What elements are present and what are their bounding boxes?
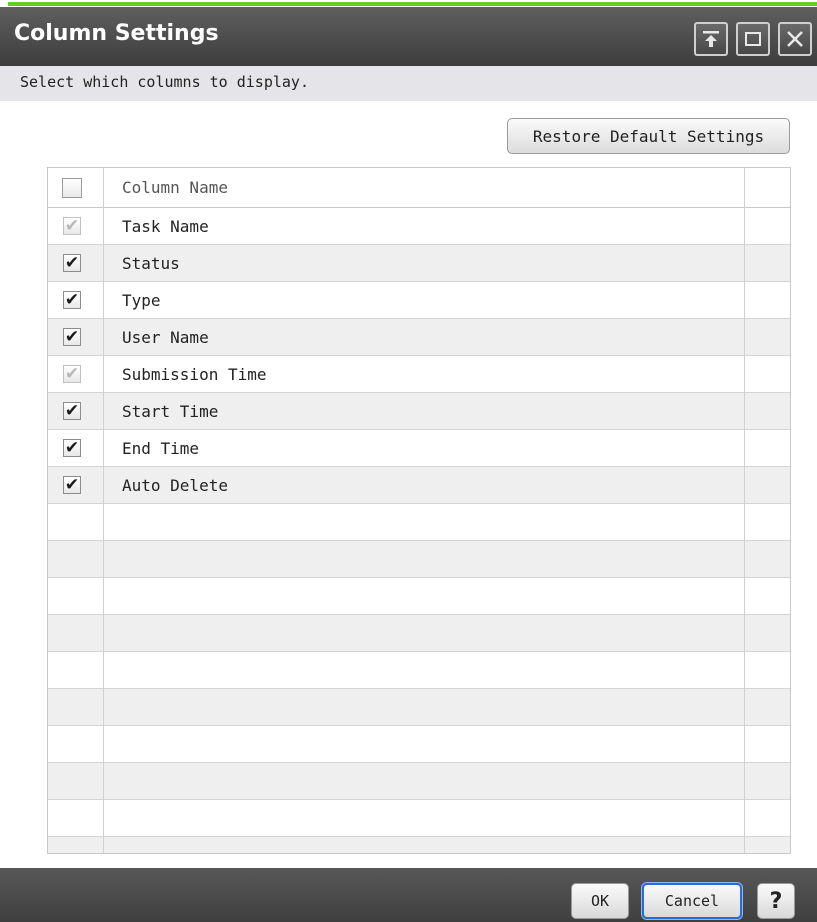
column-name-header: Column Name: [122, 178, 228, 197]
row-check-cell: ✔: [59, 282, 85, 318]
column-visibility-checkbox[interactable]: ✔: [63, 291, 81, 309]
empty-table-row: [48, 652, 790, 689]
column-visibility-checkbox[interactable]: ✔: [63, 254, 81, 272]
accent-bar: [0, 0, 817, 7]
pin-to-top-icon[interactable]: [694, 22, 728, 56]
column-visibility-checkbox[interactable]: ✔: [63, 402, 81, 420]
column-visibility-checkbox: ✔: [63, 217, 81, 235]
column-name-cell: Start Time: [122, 401, 219, 421]
checkmark-icon: ✔: [64, 326, 80, 347]
empty-table-row: [48, 837, 790, 853]
table-row[interactable]: ✔ Status: [48, 245, 790, 282]
column-divider: [103, 168, 104, 853]
instruction-bar: Select which columns to display.: [0, 66, 817, 101]
table-row[interactable]: ✔ User Name: [48, 319, 790, 356]
row-check-cell: ✔: [59, 208, 85, 244]
table-row[interactable]: ✔ Submission Time: [48, 356, 790, 393]
column-divider: [744, 168, 745, 853]
column-visibility-checkbox[interactable]: ✔: [63, 328, 81, 346]
maximize-icon[interactable]: [736, 22, 770, 56]
maximize-glyph: [745, 32, 761, 46]
empty-table-row: [48, 689, 790, 726]
checkmark-icon: ✔: [64, 437, 80, 458]
column-name-cell: Type: [122, 290, 161, 310]
empty-table-row: [48, 615, 790, 652]
pin-to-top-glyph: [703, 31, 719, 47]
column-name-cell: Auto Delete: [122, 475, 228, 495]
column-name-cell: Task Name: [122, 216, 209, 236]
restore-default-settings-button[interactable]: Restore Default Settings: [507, 118, 790, 154]
column-name-cell: Submission Time: [122, 364, 267, 384]
select-all-checkbox[interactable]: [62, 177, 82, 198]
close-glyph: [787, 31, 803, 47]
empty-table-row: [48, 800, 790, 837]
table-row[interactable]: ✔ End Time: [48, 430, 790, 467]
column-visibility-checkbox: ✔: [63, 365, 81, 383]
checkmark-icon: ✔: [64, 215, 80, 236]
row-check-cell: ✔: [59, 356, 85, 392]
column-settings-table: Column Name ✔ Task Name ✔ Status ✔ Type ✔ User …: [47, 167, 791, 854]
cancel-button[interactable]: Cancel: [642, 883, 742, 919]
row-check-cell: ✔: [59, 393, 85, 429]
empty-table-row: [48, 504, 790, 541]
ok-button[interactable]: OK: [571, 883, 629, 919]
checkmark-icon: ✔: [64, 289, 80, 310]
column-name-cell: Status: [122, 253, 180, 273]
row-check-cell: ✔: [59, 319, 85, 355]
instruction-text: Select which columns to display.: [20, 73, 309, 91]
table-header-row: Column Name: [48, 168, 790, 208]
close-icon[interactable]: [778, 22, 812, 56]
column-name-cell: End Time: [122, 438, 200, 458]
empty-table-row: [48, 578, 790, 615]
checkmark-icon: ✔: [64, 474, 80, 495]
table-row[interactable]: ✔ Auto Delete: [48, 467, 790, 504]
empty-table-row: [48, 541, 790, 578]
dialog-title: Column Settings: [14, 21, 219, 46]
row-check-cell: ✔: [59, 430, 85, 466]
column-visibility-checkbox[interactable]: ✔: [63, 476, 81, 494]
checkmark-icon: ✔: [64, 252, 80, 273]
select-all-cell: [59, 168, 85, 207]
row-check-cell: ✔: [59, 467, 85, 503]
row-check-cell: ✔: [59, 245, 85, 281]
table-row[interactable]: ✔ Task Name: [48, 208, 790, 245]
dialog-titlebar[interactable]: Column Settings: [0, 7, 817, 66]
checkmark-icon: ✔: [64, 400, 80, 421]
column-visibility-checkbox[interactable]: ✔: [63, 439, 81, 457]
table-row[interactable]: ✔ Start Time: [48, 393, 790, 430]
checkmark-icon: ✔: [64, 363, 80, 384]
empty-table-row: [48, 726, 790, 763]
column-name-cell: User Name: [122, 327, 209, 347]
dialog-footer: OK Cancel ?: [0, 868, 817, 922]
help-icon[interactable]: ?: [757, 883, 795, 919]
table-row[interactable]: ✔ Type: [48, 282, 790, 319]
empty-table-row: [48, 763, 790, 800]
